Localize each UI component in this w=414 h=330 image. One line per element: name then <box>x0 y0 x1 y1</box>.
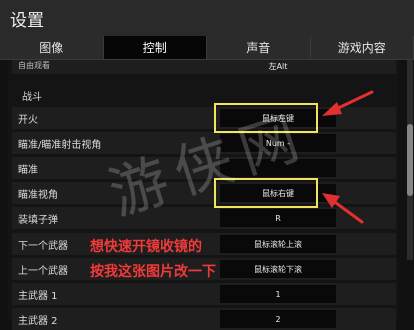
annotation-line-2: 按我这张图片改一下 <box>90 261 216 281</box>
arrow-icon <box>322 92 372 116</box>
annotation-line-1: 想快速开镜收镜的 <box>90 236 202 256</box>
arrow-icon <box>322 193 362 222</box>
